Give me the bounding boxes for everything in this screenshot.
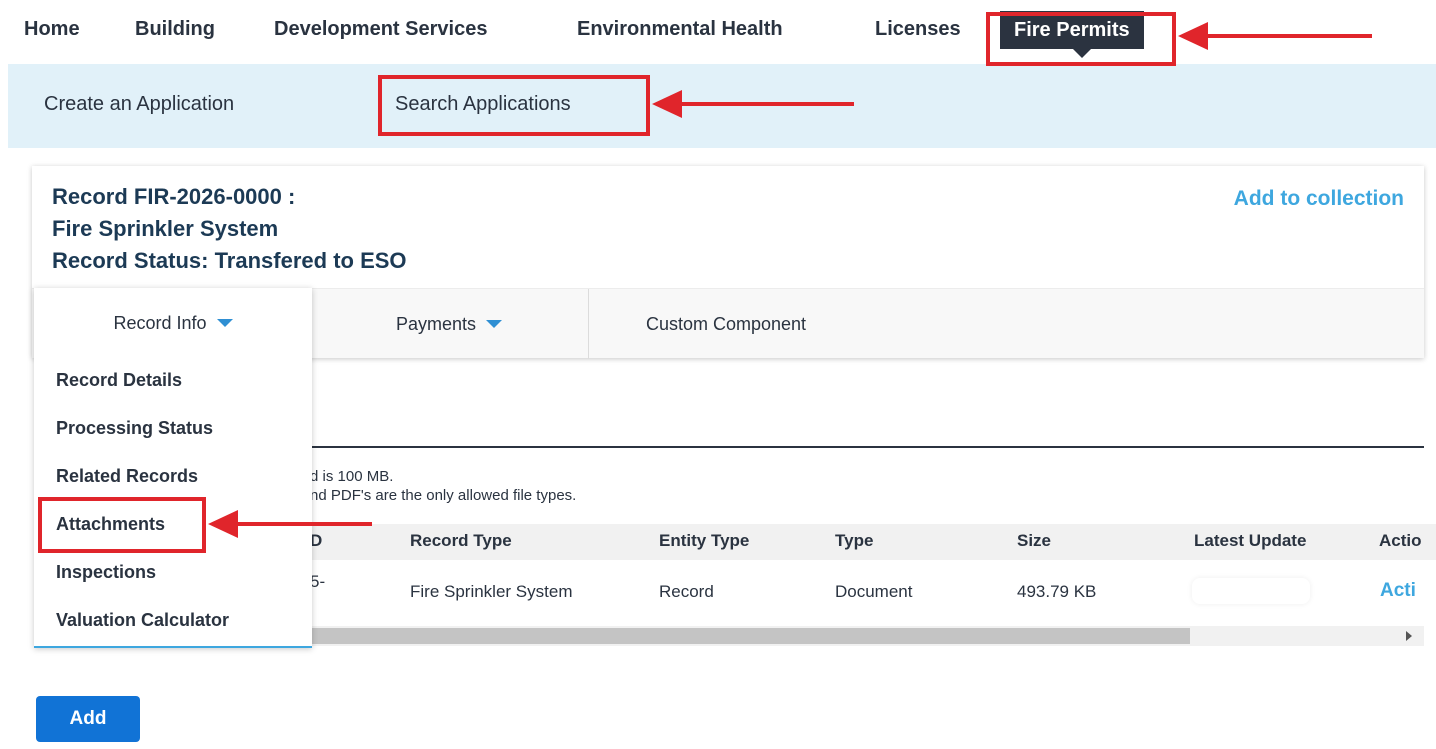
- col-record-type[interactable]: Record Type: [410, 531, 512, 551]
- nav-environmental-health[interactable]: Environmental Health: [577, 18, 783, 41]
- max-size-note: d is 100 MB.: [310, 468, 394, 485]
- cell-record-type: Fire Sprinkler System: [410, 582, 573, 601]
- chevron-down-icon: [216, 319, 233, 327]
- cell-type: Document: [835, 582, 913, 601]
- menu-inspections[interactable]: Inspections: [56, 562, 156, 583]
- cell-entity-type: Record: [659, 582, 714, 601]
- redacted-date: [1192, 578, 1310, 604]
- cell-id: 5-: [310, 572, 326, 591]
- cell-action-link[interactable]: Acti: [1380, 580, 1416, 602]
- arrow-left-icon: [208, 510, 238, 538]
- cell-size: 493.79 KB: [1017, 582, 1097, 601]
- arrow-shaft: [680, 102, 854, 106]
- nav-building[interactable]: Building: [135, 18, 215, 41]
- sub-nav: Create an Application Search Application…: [8, 64, 1436, 148]
- col-entity-type[interactable]: Entity Type: [659, 531, 749, 551]
- menu-related-records[interactable]: Related Records: [56, 466, 198, 487]
- chevron-down-icon: [486, 320, 503, 328]
- menu-processing-status[interactable]: Processing Status: [56, 418, 213, 439]
- allowed-types-note: nd PDF's are the only allowed file types…: [310, 487, 577, 504]
- nav-home[interactable]: Home: [24, 18, 80, 41]
- record-info-dropdown: Record Info Record Details Processing St…: [34, 288, 312, 648]
- nav-development-services[interactable]: Development Services: [274, 18, 487, 41]
- tab-payments[interactable]: Payments: [310, 289, 588, 359]
- col-size[interactable]: Size: [1017, 531, 1051, 551]
- tab-custom-component-label: Custom Component: [645, 313, 807, 334]
- tab-payments-label: Payments: [395, 313, 477, 334]
- search-applications-highlight: [378, 75, 650, 136]
- col-type[interactable]: Type: [835, 531, 873, 551]
- record-number: Record FIR-2026-0000 :: [52, 184, 296, 209]
- record-type-title: Fire Sprinkler System: [52, 216, 279, 241]
- nav-licenses[interactable]: Licenses: [875, 18, 961, 41]
- tab-custom-component[interactable]: Custom Component: [588, 289, 864, 359]
- arrow-shaft: [236, 522, 372, 526]
- menu-record-details[interactable]: Record Details: [56, 370, 182, 391]
- tab-record-info[interactable]: Record Info: [34, 288, 312, 358]
- scroll-right-icon[interactable]: [1406, 631, 1412, 641]
- record-status: Record Status: Transfered to ESO: [52, 248, 407, 273]
- menu-valuation-calculator[interactable]: Valuation Calculator: [56, 610, 229, 631]
- add-attachment-button[interactable]: Add: [36, 696, 140, 742]
- arrow-shaft: [1206, 34, 1372, 38]
- col-action[interactable]: Actio: [1379, 531, 1422, 551]
- fire-permits-highlight: [986, 12, 1176, 66]
- attachments-highlight: [38, 497, 206, 553]
- col-latest-update[interactable]: Latest Update: [1194, 531, 1306, 551]
- tab-record-info-label: Record Info: [113, 312, 207, 333]
- top-nav: Home Building Development Services Envir…: [0, 0, 1436, 64]
- arrow-left-icon: [652, 90, 682, 118]
- create-application-link[interactable]: Create an Application: [44, 93, 234, 116]
- add-to-collection-link[interactable]: Add to collection: [1234, 187, 1404, 211]
- arrow-left-icon: [1178, 22, 1208, 50]
